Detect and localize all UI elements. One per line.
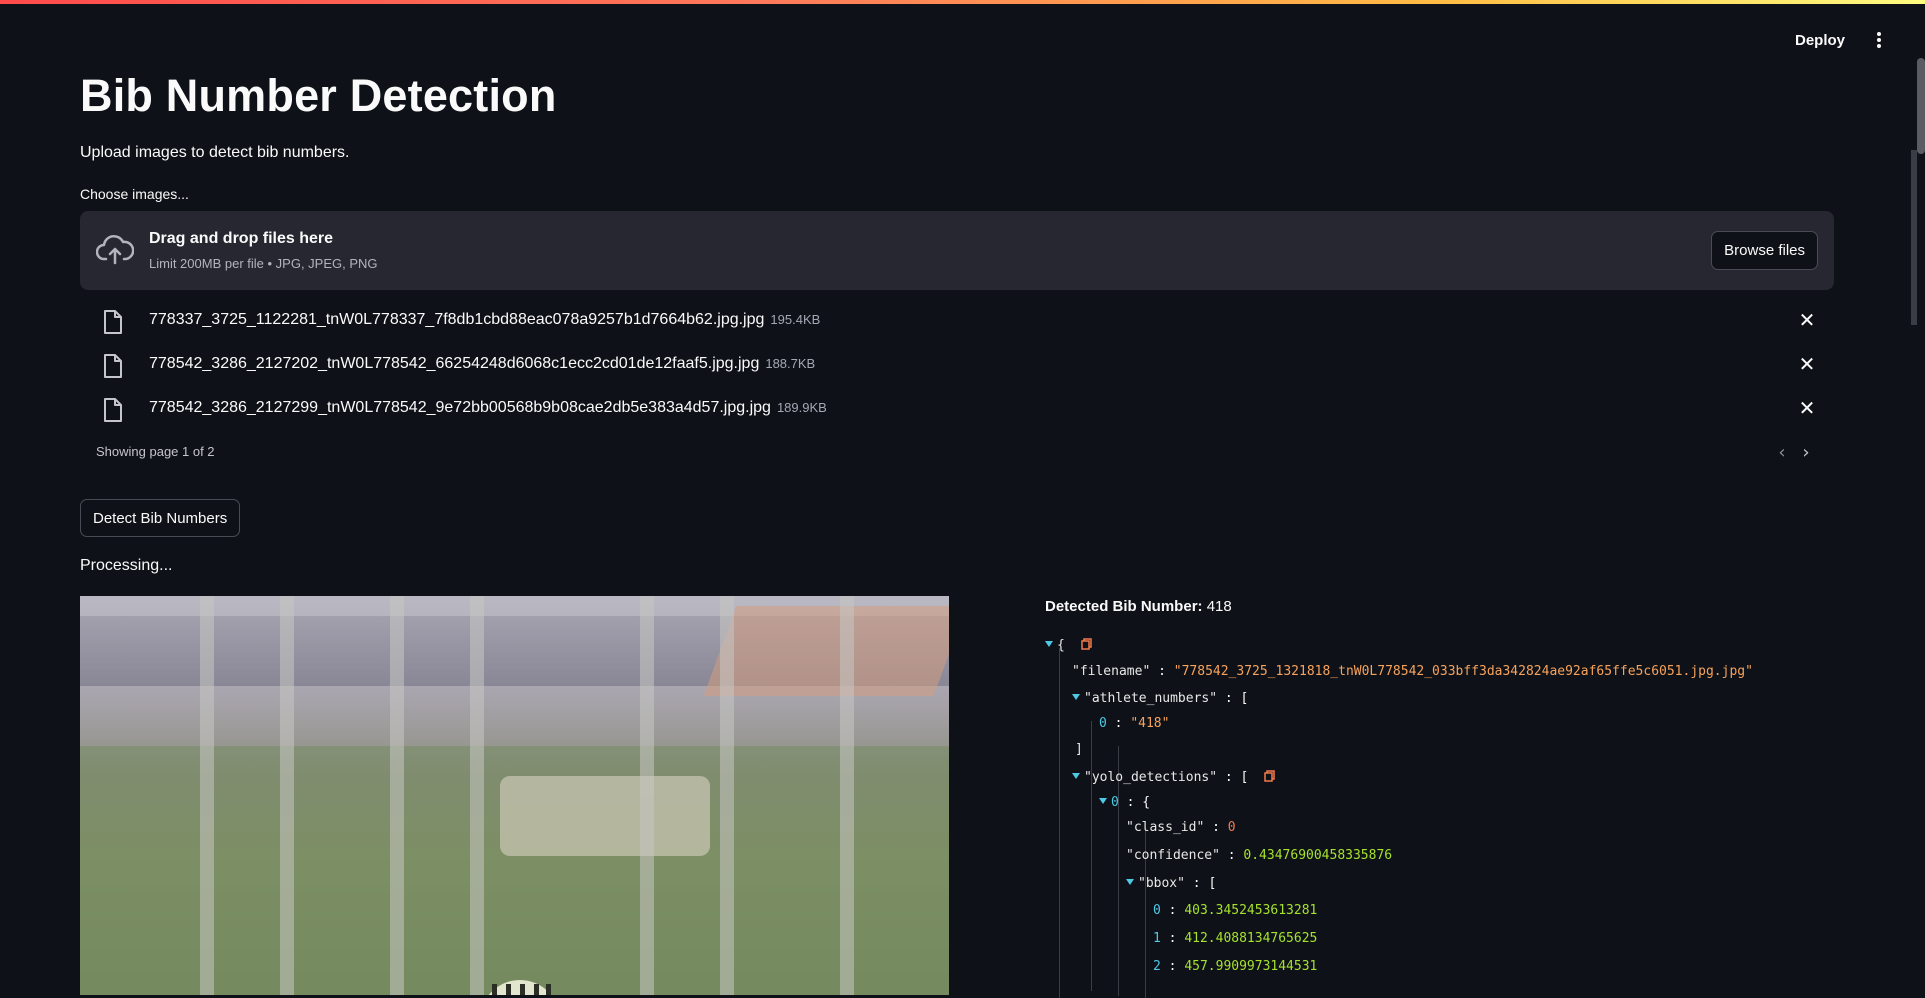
browse-files-button[interactable]: Browse files [1711,231,1818,270]
json-detection-item[interactable]: 0 : { [1099,795,1150,810]
file-item: 778542_3286_2127299_tnW0L778542_9e72bb00… [80,393,1834,437]
file-dropzone[interactable]: Drag and drop files here Limit 200MB per… [80,211,1834,290]
detect-bib-numbers-button[interactable]: Detect Bib Numbers [80,499,241,537]
file-name: 778542_3286_2127202_tnW0L778542_66254248… [149,355,815,373]
json-key: "bbox" [1138,876,1185,891]
json-athlete-numbers[interactable]: "athlete_numbers" : [ [1072,691,1248,706]
scroll-edge-marker [1911,150,1917,325]
caret-down-icon[interactable] [1072,773,1080,779]
file-name-text: 778542_3286_2127299_tnW0L778542_9e72bb00… [149,399,771,416]
file-name: 778542_3286_2127299_tnW0L778542_9e72bb00… [149,399,827,417]
page-title: Bib Number Detection [80,70,557,121]
json-string-value: "418" [1130,716,1170,731]
file-name-text: 778337_3725_1122281_tnW0L778337_7f8db1cb… [149,311,765,328]
file-size: 189.9KB [776,400,827,415]
caret-down-icon[interactable] [1126,879,1134,885]
json-confidence: "confidence" : 0.43476900458335876 [1126,848,1393,863]
json-key: "athlete_numbers" [1084,691,1218,706]
json-array-item: 0 : "418" [1099,716,1170,731]
chevron-left-icon[interactable]: ‹ [1772,440,1792,464]
scrollbar-thumb[interactable] [1917,58,1925,154]
caret-down-icon[interactable] [1072,694,1080,700]
json-root[interactable]: { [1045,638,1092,653]
json-bbox-item: 1 : 412.4088134765625 [1153,931,1318,946]
app-toolbar: Deploy [1625,22,1925,58]
file-item: 778542_3286_2127202_tnW0L778542_66254248… [80,349,1834,393]
remove-file-button[interactable]: ✕ [1796,397,1818,419]
pagination-status: Showing page 1 of 2 [96,444,215,459]
json-open-brace: { [1057,638,1065,653]
json-key: "class_id" [1126,820,1205,835]
page-subtitle: Upload images to detect bib numbers. [80,144,350,161]
json-number-value: 0 [1227,820,1236,835]
dropzone-limit: Limit 200MB per file • JPG, JPEG, PNG [149,256,378,271]
main-menu-icon[interactable] [1871,30,1887,50]
processing-status: Processing... [80,557,173,574]
deploy-button[interactable]: Deploy [1789,28,1851,53]
json-index: 1 [1153,931,1161,946]
uploaded-photo [80,596,949,995]
dropzone-title: Drag and drop files here [149,230,334,247]
json-index: 0 [1099,716,1107,731]
json-key: "filename" [1072,664,1151,679]
json-string-value: "778542_3725_1321818_tnW0L778542_033bff3… [1173,664,1753,679]
json-bbox[interactable]: "bbox" : [ [1126,876,1216,891]
json-number-value: 0.43476900458335876 [1243,848,1393,863]
caret-down-icon[interactable] [1045,641,1053,647]
json-number-value: 403.3452453613281 [1184,903,1318,918]
copy-icon[interactable] [1264,770,1275,782]
json-index: 0 [1111,795,1119,810]
json-bbox-item: 2 : 457.9909973144531 [1153,959,1318,974]
json-class-id: "class_id" : 0 [1126,820,1236,835]
detected-bib-heading: Detected Bib Number: 418 [1045,598,1232,615]
copy-icon[interactable] [1080,638,1092,650]
file-item: 778337_3725_1122281_tnW0L778337_7f8db1cb… [80,305,1834,349]
top-decoration-bar [0,0,1925,4]
json-index: 2 [1153,959,1161,974]
json-number-value: 412.4088134765625 [1184,931,1318,946]
caret-down-icon[interactable] [1099,798,1107,804]
json-key: "confidence" [1126,848,1220,863]
file-icon [104,398,122,422]
file-name: 778337_3725_1122281_tnW0L778337_7f8db1cb… [149,311,820,329]
file-size: 188.7KB [765,356,816,371]
uploader-label: Choose images... [80,186,189,202]
detected-bib-label: Detected Bib Number: [1045,598,1203,615]
file-name-text: 778542_3286_2127202_tnW0L778542_66254248… [149,355,760,372]
uploaded-file-list: 778337_3725_1122281_tnW0L778337_7f8db1cb… [80,305,1834,437]
json-bracket: ] [1075,742,1083,757]
detected-bib-value: 418 [1206,598,1232,615]
remove-file-button[interactable]: ✕ [1796,353,1818,375]
json-close-bracket: ] [1075,742,1083,757]
json-yolo-detections[interactable]: "yolo_detections" : [ [1072,770,1275,785]
file-size: 195.4KB [770,312,821,327]
json-key: "yolo_detections" [1084,770,1218,785]
json-number-value: 457.9909973144531 [1184,959,1318,974]
page-scrollbar[interactable] [1917,0,1925,995]
cloud-upload-icon [96,235,134,265]
json-filename: "filename" : "778542_3725_1321818_tnW0L7… [1072,664,1753,679]
chevron-right-icon[interactable]: › [1796,440,1816,464]
remove-file-button[interactable]: ✕ [1796,309,1818,331]
file-icon [104,310,122,334]
file-icon [104,354,122,378]
json-bbox-item: 0 : 403.3452453613281 [1153,903,1318,918]
json-index: 0 [1153,903,1161,918]
